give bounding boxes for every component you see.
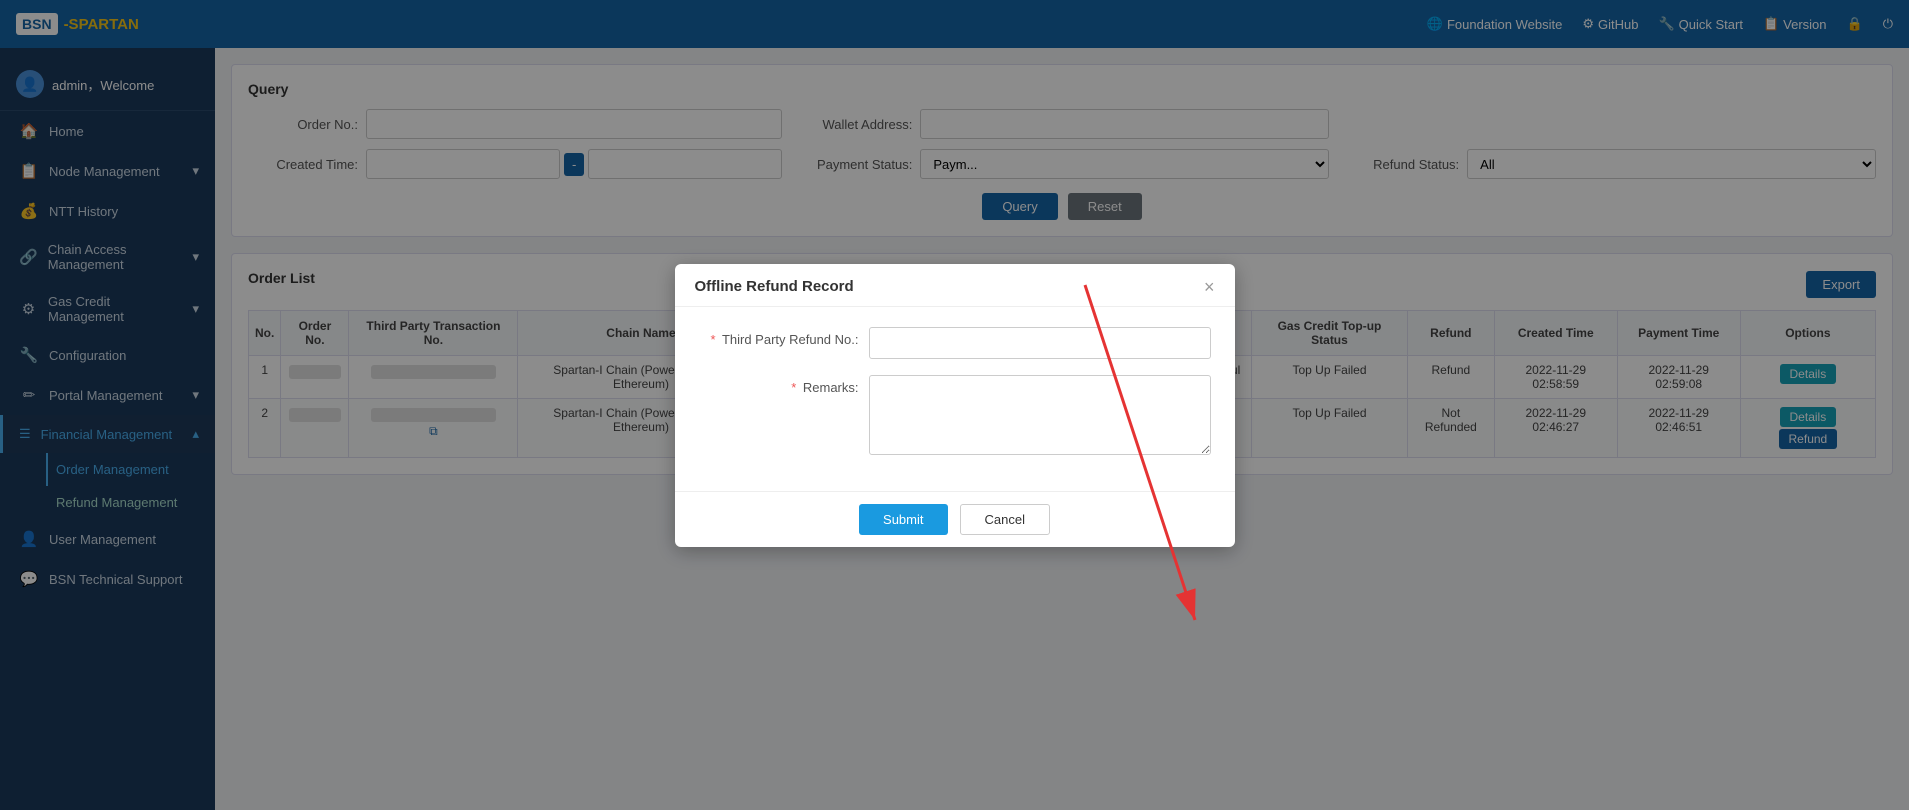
remarks-row: * Remarks: (699, 375, 1211, 455)
required-star: * (791, 380, 796, 395)
remarks-textarea[interactable] (869, 375, 1211, 455)
remarks-label: * Remarks: (699, 375, 859, 395)
modal-header: Offline Refund Record × (675, 264, 1235, 307)
modal-close-button[interactable]: × (1204, 278, 1215, 296)
refund-no-input[interactable] (869, 327, 1211, 359)
submit-button[interactable]: Submit (859, 504, 947, 535)
cancel-button[interactable]: Cancel (960, 504, 1050, 535)
modal-overlay: Offline Refund Record × * Third Party Re… (0, 0, 1909, 810)
refund-no-label: * Third Party Refund No.: (699, 327, 859, 347)
offline-refund-modal: Offline Refund Record × * Third Party Re… (675, 264, 1235, 547)
modal-footer: Submit Cancel (675, 491, 1235, 547)
modal-body: * Third Party Refund No.: * Remarks: (675, 307, 1235, 491)
refund-no-row: * Third Party Refund No.: (699, 327, 1211, 359)
modal-title: Offline Refund Record (695, 278, 854, 295)
required-star: * (710, 332, 715, 347)
